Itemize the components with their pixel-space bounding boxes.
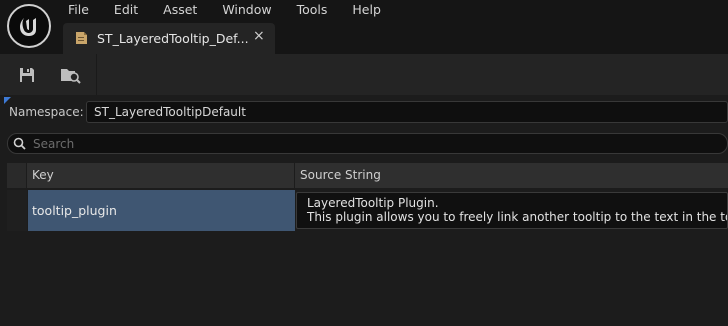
table-row[interactable]: tooltip_plugin LayeredTooltip Plugin. Th… xyxy=(7,190,728,231)
browse-button[interactable] xyxy=(60,64,82,86)
source-line-1: LayeredTooltip Plugin. xyxy=(307,196,439,210)
column-source-string[interactable]: Source String xyxy=(296,163,728,188)
row-source-cell[interactable]: LayeredTooltip Plugin. This plugin allow… xyxy=(296,192,728,229)
search-icon xyxy=(13,137,26,150)
menu-window[interactable]: Window xyxy=(222,2,271,18)
table-header: Key Source String xyxy=(7,163,728,188)
corner-marker xyxy=(4,97,11,104)
menu-bar: File Edit Asset Window Tools Help xyxy=(68,2,406,18)
save-button[interactable] xyxy=(16,64,38,86)
menu-help[interactable]: Help xyxy=(352,2,381,18)
toolbar-separator xyxy=(96,54,97,95)
tab-title: ST_LayeredTooltip_Def... xyxy=(97,31,249,46)
menu-file[interactable]: File xyxy=(68,2,89,18)
namespace-label: Namespace: xyxy=(9,105,84,119)
unreal-logo[interactable] xyxy=(7,4,51,48)
unreal-logo-icon xyxy=(20,18,36,36)
menu-tools[interactable]: Tools xyxy=(297,2,328,18)
browse-icon xyxy=(61,69,81,84)
string-table-icon xyxy=(76,32,87,44)
source-line-2: This plugin allows you to freely link an… xyxy=(307,210,728,224)
save-icon xyxy=(20,68,34,82)
string-table-editor: Namespace: ST_LayeredTooltipDefault Key … xyxy=(0,95,728,326)
namespace-field[interactable]: ST_LayeredTooltipDefault xyxy=(86,101,728,123)
toolbar xyxy=(0,54,728,95)
close-tab-icon[interactable]: × xyxy=(253,29,265,43)
menu-asset[interactable]: Asset xyxy=(163,2,197,18)
row-gutter xyxy=(7,190,27,231)
row-gutter-header xyxy=(7,163,27,188)
title-bar: File Edit Asset Window Tools Help ST_Lay… xyxy=(0,0,728,54)
search-input[interactable] xyxy=(33,134,713,153)
asset-tab[interactable]: ST_LayeredTooltip_Def... xyxy=(63,23,275,54)
row-key-cell[interactable]: tooltip_plugin xyxy=(28,190,295,231)
column-key[interactable]: Key xyxy=(28,163,295,188)
menu-edit[interactable]: Edit xyxy=(114,2,138,18)
search-bar xyxy=(7,133,728,154)
